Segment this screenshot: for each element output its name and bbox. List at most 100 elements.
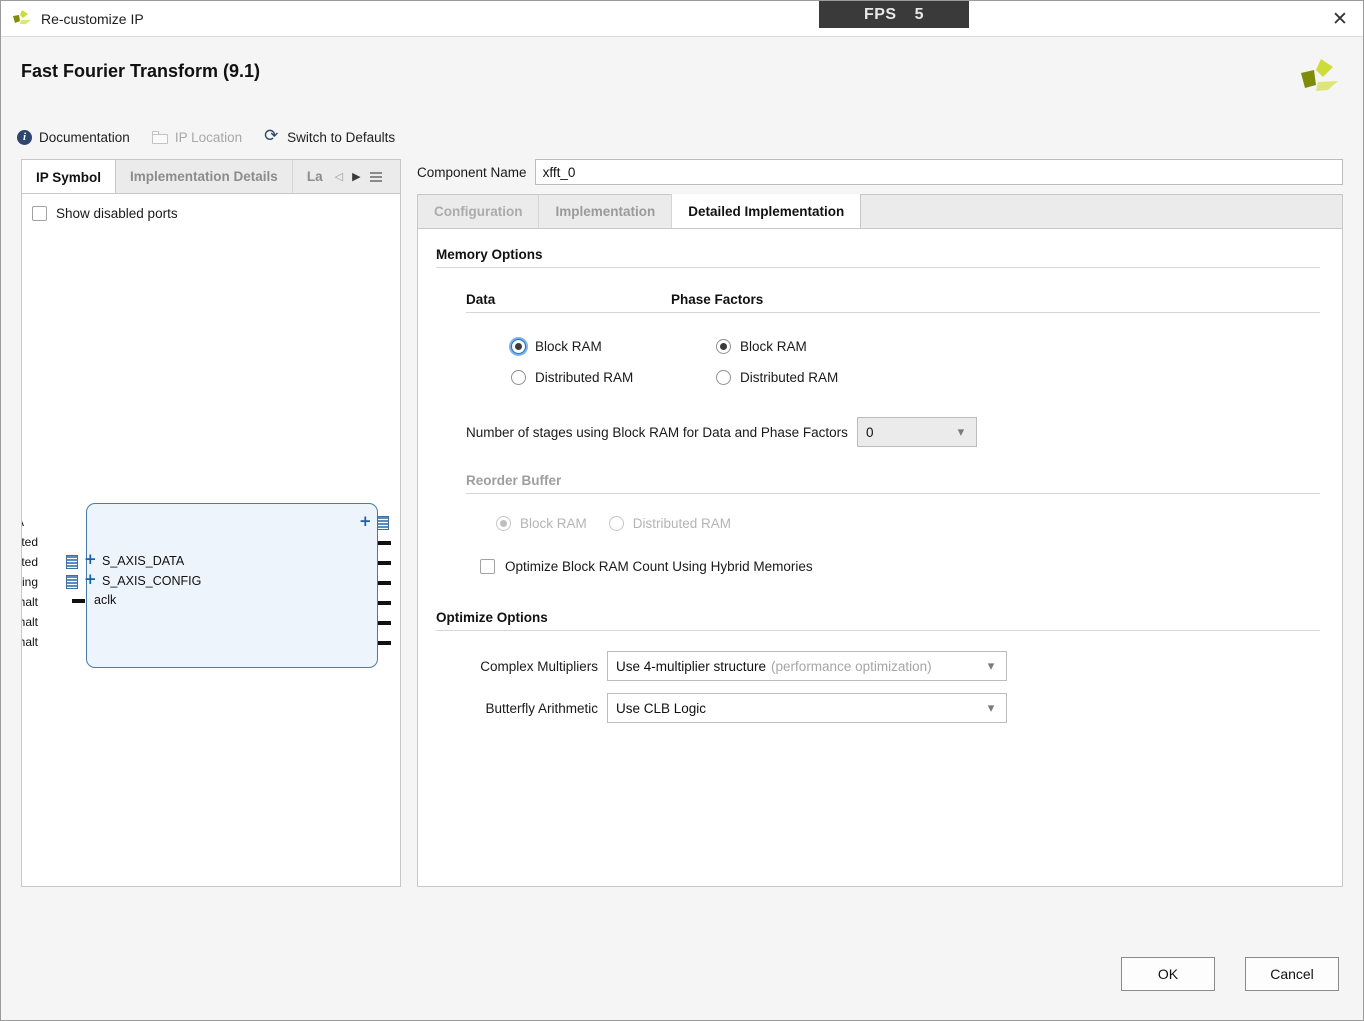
pin-connector-icon <box>378 541 391 545</box>
radio-phase-distributed-ram-label: Distributed RAM <box>740 370 838 385</box>
pin-connector-icon <box>378 641 391 645</box>
tab-detailed-implementation[interactable]: Detailed Implementation <box>672 194 861 229</box>
expand-bus-s-axis-config-icon[interactable]: + <box>84 570 97 588</box>
radio-indicator <box>511 370 526 385</box>
port-event-tlast-missing: event_tlast_missing <box>21 575 38 589</box>
radio-indicator <box>716 370 731 385</box>
radio-indicator <box>496 516 511 531</box>
ip-symbol-canvas: Show disabled ports + S_AXIS_DATA + S_AX… <box>21 193 401 887</box>
dialog-body: IP Symbol Implementation Details La ◁ ▶ … <box>1 159 1363 928</box>
bus-connector-icon <box>66 575 78 589</box>
section-divider <box>466 493 1320 494</box>
cancel-button[interactable]: Cancel <box>1245 957 1339 991</box>
radio-phase-distributed-ram[interactable]: Distributed RAM <box>716 370 1320 385</box>
radio-indicator <box>511 339 526 354</box>
component-name-input[interactable]: xfft_0 <box>535 159 1343 185</box>
checkbox-box <box>480 559 495 574</box>
pin-connector-icon <box>378 621 391 625</box>
butterfly-arithmetic-label: Butterfly Arithmetic <box>466 701 598 716</box>
switch-to-defaults-link[interactable]: ⟳ Switch to Defaults <box>264 129 395 145</box>
hamburger-menu-icon[interactable] <box>370 172 382 182</box>
close-icon[interactable]: ✕ <box>1317 1 1363 36</box>
radio-indicator <box>716 339 731 354</box>
component-name-label: Component Name <box>417 165 527 180</box>
show-disabled-ports-checkbox[interactable]: Show disabled ports <box>22 194 400 221</box>
reorder-buffer-heading: Reorder Buffer <box>466 473 1320 493</box>
complex-multipliers-dropdown[interactable]: Use 4-multiplier structure (performance … <box>607 651 1007 681</box>
chevron-right-icon[interactable]: ▶ <box>352 170 360 183</box>
page-title: Fast Fourier Transform (9.1) <box>21 61 260 82</box>
hybrid-memories-label: Optimize Block RAM Count Using Hybrid Me… <box>505 559 813 574</box>
tab-nav-controls: ◁ ▶ <box>327 160 390 193</box>
radio-data-distributed-ram-label: Distributed RAM <box>535 370 633 385</box>
tab-configuration[interactable]: Configuration <box>418 194 539 228</box>
documentation-link[interactable]: i Documentation <box>17 130 130 145</box>
refresh-icon: ⟳ <box>264 129 280 145</box>
pin-connector-icon <box>72 599 85 603</box>
window-title: Re-customize IP <box>41 11 144 27</box>
tab-layout-truncated[interactable]: La <box>293 160 327 193</box>
tab-ip-symbol[interactable]: IP Symbol <box>22 160 116 195</box>
chevron-down-icon: ▾ <box>946 425 976 440</box>
section-divider <box>436 267 1320 268</box>
port-s-axis-config: S_AXIS_CONFIG <box>102 574 201 588</box>
pin-connector-icon <box>378 581 391 585</box>
radio-reorder-block-ram: Block RAM <box>496 516 587 531</box>
component-name-row: Component Name xfft_0 <box>417 159 1343 185</box>
checkbox-box <box>32 206 47 221</box>
expand-bus-m-axis-data-icon[interactable]: + <box>359 512 372 530</box>
complex-multipliers-label: Complex Multipliers <box>466 659 598 674</box>
radio-indicator <box>609 516 624 531</box>
port-event-tlast-unexpected: event_tlast_unexpected <box>21 555 38 569</box>
xilinx-logo-icon <box>1297 55 1341 99</box>
port-m-axis-data: M_AXIS_DATA <box>21 515 24 529</box>
pin-connector-icon <box>378 601 391 605</box>
hybrid-memories-checkbox[interactable]: Optimize Block RAM Count Using Hybrid Me… <box>436 559 1320 574</box>
tab-implementation[interactable]: Implementation <box>539 194 672 228</box>
dialog-footer: OK Cancel <box>1 928 1363 1020</box>
column-divider <box>671 312 1320 313</box>
info-icon: i <box>17 130 32 145</box>
ok-button[interactable]: OK <box>1121 957 1215 991</box>
port-event-data-out-channel-halt: event_data_out_channel_halt <box>21 635 38 649</box>
ip-location-link[interactable]: IP Location <box>152 130 242 145</box>
switch-to-defaults-label: Switch to Defaults <box>287 130 395 145</box>
left-tab-strip: IP Symbol Implementation Details La ◁ ▶ <box>21 159 401 193</box>
radio-data-block-ram[interactable]: Block RAM <box>511 339 671 354</box>
port-event-data-in-channel-halt: event_data_in_channel_halt <box>21 615 38 629</box>
phase-factors-column-heading: Phase Factors <box>671 292 1320 312</box>
re-customize-ip-window: Re-customize IP FPS 5 ✕ Fast Fourier Tra… <box>0 0 1364 1021</box>
stages-dropdown[interactable]: 0 ▾ <box>857 417 977 447</box>
tab-implementation-details-label: Implementation Details <box>130 169 278 184</box>
optimize-options-heading: Optimize Options <box>436 610 1320 630</box>
expand-bus-s-axis-data-icon[interactable]: + <box>84 550 97 568</box>
data-column-heading: Data <box>466 292 671 312</box>
fps-label: FPS <box>864 6 897 24</box>
radio-reorder-block-ram-label: Block RAM <box>520 516 587 531</box>
radio-phase-block-ram-label: Block RAM <box>740 339 807 354</box>
complex-multipliers-value: Use 4-multiplier structure <box>616 659 766 674</box>
tab-implementation-details[interactable]: Implementation Details <box>116 160 293 193</box>
radio-data-distributed-ram[interactable]: Distributed RAM <box>511 370 671 385</box>
chevron-down-icon: ▾ <box>976 659 1006 674</box>
stages-value: 0 <box>866 425 874 440</box>
ip-symbol-panel: IP Symbol Implementation Details La ◁ ▶ … <box>21 159 401 887</box>
chevron-left-icon[interactable]: ◁ <box>335 170 343 183</box>
tab-ip-symbol-label: IP Symbol <box>36 170 101 185</box>
tab-implementation-label: Implementation <box>555 204 655 219</box>
radio-phase-block-ram[interactable]: Block RAM <box>716 339 1320 354</box>
documentation-label: Documentation <box>39 130 130 145</box>
title-bar: Re-customize IP FPS 5 ✕ <box>1 1 1363 37</box>
butterfly-arithmetic-dropdown[interactable]: Use CLB Logic ▾ <box>607 693 1007 723</box>
stages-label: Number of stages using Block RAM for Dat… <box>466 425 848 440</box>
radio-data-block-ram-label: Block RAM <box>535 339 602 354</box>
chevron-down-icon: ▾ <box>976 701 1006 716</box>
port-event-status-channel-halt: event_status_channel_halt <box>21 595 38 609</box>
section-divider <box>436 630 1320 631</box>
complex-multipliers-value-suffix: (performance optimization) <box>771 659 932 674</box>
detailed-implementation-content: Memory Options Data Block RAM <box>417 228 1343 887</box>
radio-reorder-distributed-ram: Distributed RAM <box>609 516 731 531</box>
column-divider <box>466 312 671 313</box>
fps-badge: FPS 5 <box>819 1 969 28</box>
bus-connector-icon <box>66 555 78 569</box>
